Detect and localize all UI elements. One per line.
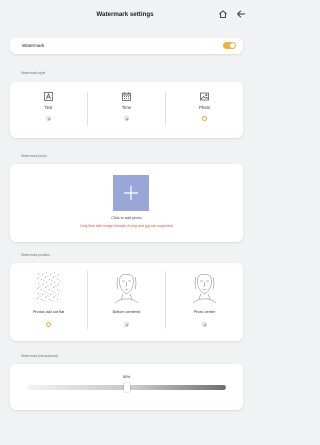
watermark-transparency-card: 50% <box>10 364 243 410</box>
top-bar: Watermark settings <box>0 0 250 32</box>
page-title: Watermark settings <box>96 11 154 18</box>
calendar-icon <box>122 92 131 101</box>
position-radio-center[interactable] <box>202 322 207 327</box>
style-option-label: Photo <box>199 105 210 110</box>
transparency-slider[interactable] <box>27 383 226 392</box>
position-radio-bottom[interactable] <box>124 322 129 327</box>
position-option-center[interactable]: Photo center <box>166 263 243 341</box>
watermark-photo-label: Watermark photo <box>21 154 47 158</box>
position-option-label: Bottom centered <box>112 310 141 314</box>
text-icon <box>44 92 53 101</box>
position-option-flat[interactable]: Photos laid out flat <box>10 263 87 341</box>
style-radio-time[interactable] <box>124 116 129 121</box>
style-option-label: Text <box>44 105 53 110</box>
style-option-time[interactable]: Time <box>88 82 165 138</box>
transparency-value: 50% <box>122 375 131 379</box>
home-icon[interactable] <box>218 9 228 19</box>
position-option-label: Photos laid out flat <box>32 310 65 314</box>
style-radio-text[interactable] <box>46 116 51 121</box>
watermark-position-card: Photos laid out flat Bottom centered Pho… <box>10 263 243 341</box>
back-arrow-icon[interactable] <box>236 9 246 19</box>
position-option-label: Photo center <box>193 310 216 314</box>
tiled-pattern-image <box>36 271 61 302</box>
position-radio-flat[interactable] <box>46 322 51 327</box>
format-warning: Only files with image formats of png and… <box>80 224 173 228</box>
add-photo-hint: Click to add photo <box>111 216 142 220</box>
style-option-photo[interactable]: Photo <box>166 82 243 138</box>
watermark-transparency-label: Watermark transparency <box>21 354 58 358</box>
face-sketch-image <box>114 274 139 304</box>
style-option-text[interactable]: Text <box>10 82 87 138</box>
style-radio-photo[interactable] <box>202 116 207 121</box>
watermark-style-card: Text Time Photo <box>10 82 243 138</box>
watermark-position-label: Watermark position <box>21 253 51 257</box>
watermark-toggle-label: Watermark <box>22 43 45 48</box>
position-option-bottom[interactable]: Bottom centered <box>88 263 165 341</box>
watermark-toggle-row: Watermark <box>10 38 243 54</box>
image-icon <box>200 92 209 101</box>
slider-handle[interactable] <box>123 383 130 392</box>
watermark-style-label: Watermark style <box>21 71 46 75</box>
watermark-toggle-switch[interactable] <box>223 42 236 49</box>
add-photo-button[interactable] <box>113 175 149 211</box>
face-sketch-image <box>192 274 217 304</box>
watermark-photo-card: Click to add photo Only files with image… <box>10 164 243 242</box>
plus-icon <box>124 186 138 200</box>
style-option-label: Time <box>121 105 132 110</box>
toggle-knob <box>230 43 235 48</box>
